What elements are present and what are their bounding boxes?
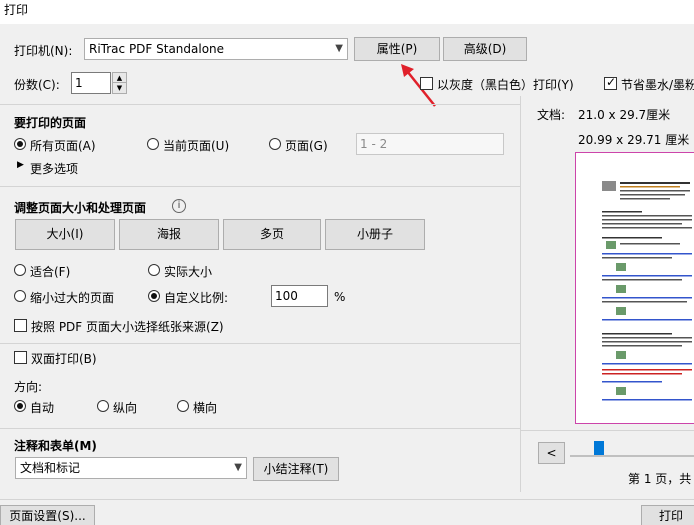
more-options-link[interactable]: 更多选项	[30, 160, 78, 177]
actual-size-radio[interactable]	[148, 264, 160, 276]
fit-radio[interactable]	[14, 264, 26, 276]
stepper-up-icon[interactable]: ▲	[113, 73, 126, 83]
print-button[interactable]: 打印	[641, 505, 694, 525]
page-range-input[interactable]: 1 - 2	[356, 133, 504, 155]
orientation-auto-label: 自动	[30, 401, 55, 415]
comments-heading: 注释和表单(M)	[14, 439, 97, 453]
orientation-portrait-label: 纵向	[113, 401, 138, 415]
orientation-auto-radio[interactable]	[14, 400, 26, 412]
custom-scale-input[interactable]: 100	[271, 285, 328, 307]
prev-page-button[interactable]: <	[538, 442, 565, 464]
expand-triangle-icon[interactable]: ▶	[17, 160, 24, 170]
printer-advanced-button[interactable]: 高级(D)	[443, 37, 527, 61]
window-title: 打印	[4, 3, 29, 17]
paper-source-checkbox[interactable]	[14, 319, 27, 332]
separator	[0, 428, 520, 429]
current-page-radio[interactable]	[147, 138, 159, 150]
separator	[0, 104, 520, 105]
sizing-heading: 调整页面大小和处理页面	[14, 201, 147, 215]
separator	[520, 430, 694, 431]
custom-scale-label: 自定义比例:	[164, 291, 229, 305]
orientation-landscape-label: 横向	[193, 401, 218, 415]
info-icon[interactable]: i	[172, 199, 186, 213]
page-size-value: 20.99 x 29.71 厘米	[578, 133, 690, 147]
pages-label: 页面(G)	[285, 139, 328, 153]
printer-select[interactable]: RiTrac PDF Standalone ▼	[84, 38, 348, 60]
separator	[0, 186, 520, 187]
doc-size-label: 文档:	[537, 108, 566, 122]
page-preview	[575, 152, 694, 424]
shrink-radio[interactable]	[14, 290, 26, 302]
page-slider-thumb[interactable]	[594, 441, 604, 456]
copies-stepper[interactable]: ▲ ▼	[112, 72, 127, 94]
current-page-label: 当前页面(U)	[163, 139, 230, 153]
duplex-checkbox[interactable]	[14, 351, 27, 364]
orientation-portrait-radio[interactable]	[97, 400, 109, 412]
fit-label: 适合(F)	[30, 265, 71, 279]
all-pages-label: 所有页面(A)	[30, 139, 96, 153]
pages-heading: 要打印的页面	[14, 116, 87, 130]
orientation-heading: 方向:	[14, 380, 43, 394]
grayscale-checkbox[interactable]	[420, 77, 433, 90]
stepper-down-icon[interactable]: ▼	[113, 83, 126, 93]
comments-select-value: 文档和标记	[20, 461, 81, 475]
panel-divider	[520, 96, 521, 492]
copies-input[interactable]: 1	[71, 72, 111, 94]
page-info: 第 1 页，共	[628, 472, 692, 486]
comments-select[interactable]: 文档和标记 ▼	[15, 457, 247, 479]
page-slider-track[interactable]	[570, 455, 694, 457]
page-preview-content	[602, 181, 692, 401]
doc-size-value: 21.0 x 29.7厘米	[578, 108, 671, 122]
copies-label: 份数(C):	[14, 78, 60, 92]
duplex-label: 双面打印(B)	[31, 352, 97, 366]
pages-radio[interactable]	[269, 138, 281, 150]
percent-label: %	[334, 290, 346, 304]
printer-select-value: RiTrac PDF Standalone	[89, 42, 225, 56]
printer-properties-button[interactable]: 属性(P)	[354, 37, 440, 61]
tab-booklet[interactable]: 小册子	[325, 219, 425, 250]
chevron-down-icon: ▼	[335, 43, 343, 54]
save-ink-label: 节省墨水/墨粉	[621, 78, 694, 92]
tab-poster[interactable]: 海报	[119, 219, 219, 250]
orientation-landscape-radio[interactable]	[177, 400, 189, 412]
paper-source-label: 按照 PDF 页面大小选择纸张来源(Z)	[31, 320, 224, 334]
actual-size-label: 实际大小	[164, 265, 213, 279]
all-pages-radio[interactable]	[14, 138, 26, 150]
tab-size[interactable]: 大小(I)	[15, 219, 115, 250]
custom-scale-radio[interactable]	[148, 290, 160, 302]
printer-label: 打印机(N):	[14, 44, 73, 58]
chevron-down-icon: ▼	[234, 462, 242, 473]
separator	[0, 499, 694, 500]
title-bar: 打印	[0, 0, 694, 24]
separator	[0, 343, 520, 344]
page-setup-button[interactable]: 页面设置(S)...	[0, 505, 95, 525]
save-ink-checkbox[interactable]	[604, 75, 617, 90]
summarize-comments-button[interactable]: 小结注释(T)	[253, 457, 339, 481]
grayscale-label: 以灰度（黑白色）打印(Y)	[437, 78, 574, 92]
shrink-label: 缩小过大的页面	[30, 291, 115, 305]
tab-multiple[interactable]: 多页	[223, 219, 321, 250]
